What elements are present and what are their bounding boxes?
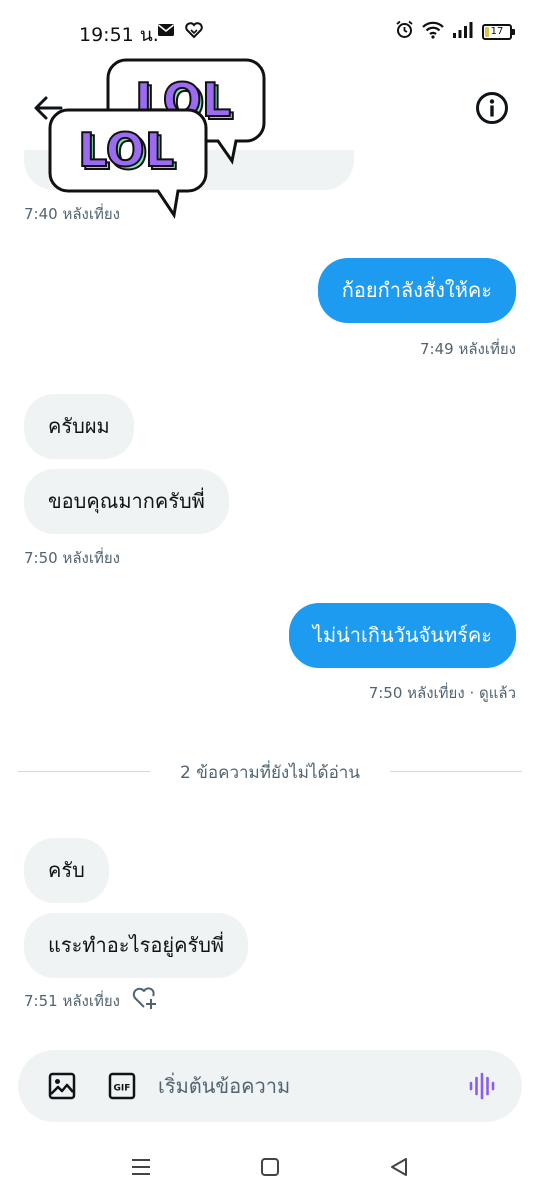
image-icon [48,1072,76,1100]
outgoing-message[interactable]: ไม่น่าเกินวันจันทร์คะ [288,603,516,668]
status-bar: 19:51 น. 17 [0,0,540,62]
incoming-message[interactable]: ครับ [24,838,109,903]
system-navigation-bar [0,1140,540,1200]
sticker-bubble-front: LOL LOL [48,108,208,219]
svg-text:LOL: LOL [78,123,174,177]
alarm-icon [395,20,414,43]
svg-text:GIF: GIF [114,1084,131,1094]
message-input[interactable] [158,1070,458,1102]
message-timestamp: 7:50 หลังเที่ยง [24,549,120,567]
signal-icon [452,21,474,43]
unread-divider-label: 2 ข้อความที่ยังไม่ได้อ่าน [180,763,360,783]
audio-waveform-icon [469,1072,495,1100]
message-timestamp-seen: 7:50 หลังเที่ยง · ดูแล้ว [368,684,516,702]
mail-icon [157,22,175,42]
heart-plus-icon [132,987,156,1009]
divider-line-right [390,771,522,772]
incoming-message[interactable]: ขอบคุณมากครับพี่ [24,469,229,534]
add-photo-button[interactable] [48,1072,76,1100]
add-gif-button[interactable]: GIF [108,1072,136,1100]
status-time: 19:51 น. [79,24,159,46]
system-back-button[interactable] [388,1156,410,1182]
recent-apps-button[interactable] [130,1156,152,1182]
triangle-back-icon [391,1158,407,1176]
incoming-message[interactable]: แระทำอะไรอยู่ครับพี่ [24,913,249,978]
message-timestamp: 7:40 หลังเที่ยง [24,205,120,223]
heart-app-icon [185,22,203,43]
battery-indicator: 17 [482,23,515,40]
conversation-info-button[interactable] [475,91,509,125]
message-composer: GIF [18,1050,522,1122]
add-reaction-button[interactable] [132,985,158,1011]
square-icon [261,1158,279,1176]
wifi-icon [422,21,444,43]
message-timestamp: 7:51 หลังเที่ยง [24,992,120,1010]
menu-icon [132,1159,150,1175]
message-timestamp: 7:49 หลังเที่ยง [420,340,516,358]
outgoing-message[interactable]: ก้อยกำลังสั่งให้คะ [317,258,516,323]
home-button[interactable] [259,1156,281,1182]
gif-icon: GIF [108,1072,136,1100]
info-icon [476,92,508,124]
incoming-message[interactable]: ครับผม [24,394,134,459]
unread-divider: 2 ข้อความที่ยังไม่ได้อ่าน [18,757,522,787]
voice-message-button[interactable] [468,1072,498,1100]
